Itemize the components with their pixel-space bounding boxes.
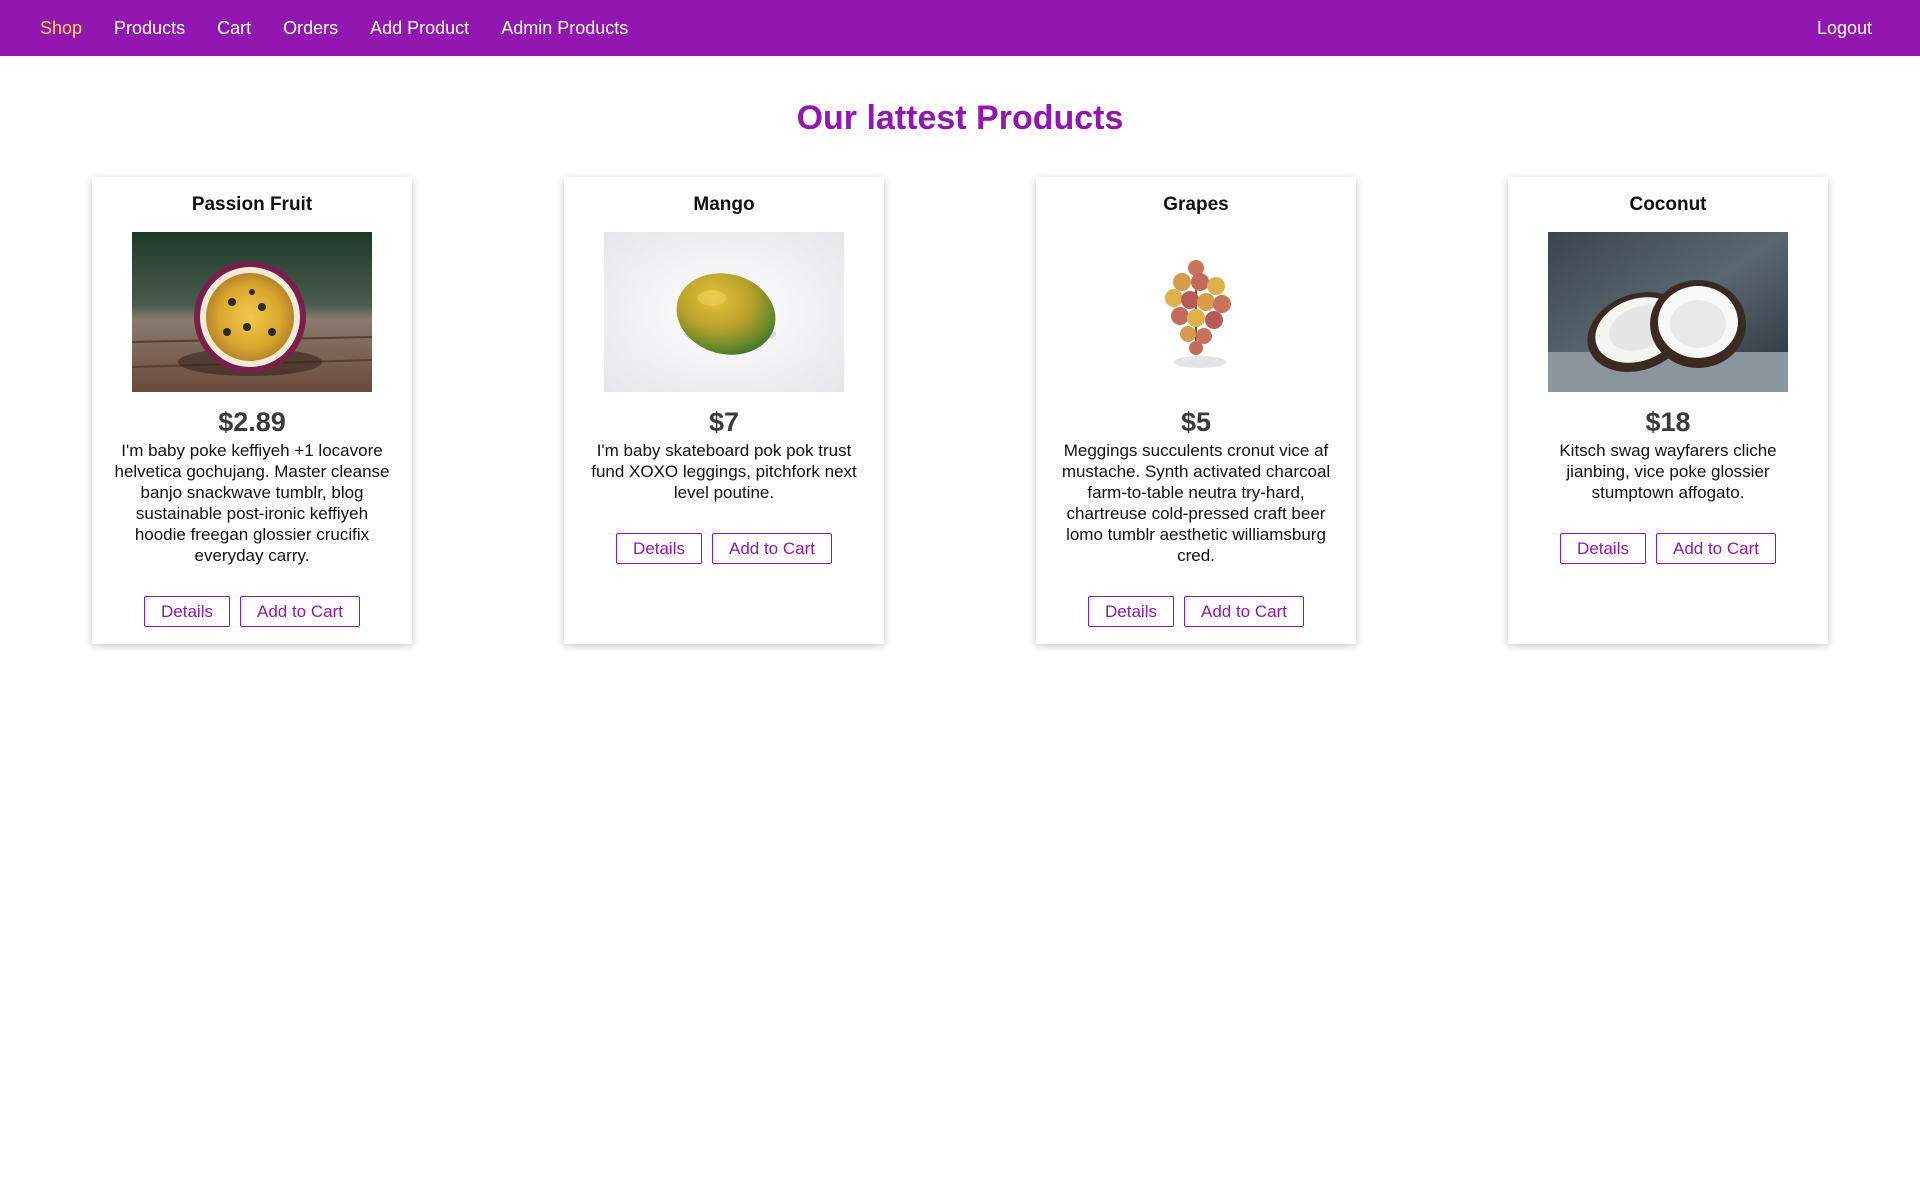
product-description: Meggings succulents cronut vice af musta… xyxy=(1061,441,1331,565)
coconut-image xyxy=(1548,232,1788,392)
nav-right: Logout xyxy=(1817,18,1880,39)
product-card-passion-fruit: Passion Fruit $2.89 I'm baby poke keffiy… xyxy=(92,177,412,644)
page-title: Our lattest Products xyxy=(796,99,1124,137)
mango-image xyxy=(604,232,844,392)
product-actions: Details Add to Cart xyxy=(611,533,837,564)
product-price: $2.89 xyxy=(218,407,286,437)
nav-link-add-product[interactable]: Add Product xyxy=(370,18,469,39)
details-button[interactable]: Details xyxy=(144,596,230,627)
product-price: $18 xyxy=(1645,407,1691,437)
nav-link-shop[interactable]: Shop xyxy=(40,18,82,39)
nav-links: Shop Products Cart Orders Add Product Ad… xyxy=(40,18,660,39)
details-button[interactable]: Details xyxy=(616,533,702,564)
product-title: Passion Fruit xyxy=(191,194,313,215)
product-card-coconut: Coconut $18 Kitsch swag wayfarers cliche… xyxy=(1508,177,1828,644)
product-actions: Details Add to Cart xyxy=(1083,596,1309,627)
logout-link[interactable]: Logout xyxy=(1817,18,1872,38)
product-actions: Details Add to Cart xyxy=(1555,533,1781,564)
details-button[interactable]: Details xyxy=(1088,596,1174,627)
nav-link-admin-products[interactable]: Admin Products xyxy=(501,18,628,39)
grapes-image xyxy=(1076,232,1316,392)
add-to-cart-button[interactable]: Add to Cart xyxy=(239,596,360,627)
product-title: Coconut xyxy=(1629,194,1707,215)
product-card-mango: Mango $7 I'm baby skateboard pok pok tru… xyxy=(564,177,884,644)
product-price: $7 xyxy=(708,407,740,437)
product-description: I'm baby skateboard pok pok trust fund X… xyxy=(591,441,857,502)
product-price: $5 xyxy=(1180,407,1212,437)
add-to-cart-button[interactable]: Add to Cart xyxy=(1655,533,1776,564)
product-actions: Details Add to Cart xyxy=(139,596,365,627)
nav-link-orders[interactable]: Orders xyxy=(283,18,338,39)
nav-link-products[interactable]: Products xyxy=(114,18,185,39)
nav-link-cart[interactable]: Cart xyxy=(217,18,251,39)
add-to-cart-button[interactable]: Add to Cart xyxy=(1183,596,1304,627)
top-navbar: Shop Products Cart Orders Add Product Ad… xyxy=(0,0,1920,56)
product-title: Grapes xyxy=(1163,194,1229,215)
passion-fruit-image xyxy=(132,232,372,392)
details-button[interactable]: Details xyxy=(1560,533,1646,564)
product-card-grapes: Grapes $5 Meggings succulents cronut vic… xyxy=(1036,177,1356,644)
product-description: I'm baby poke keffiyeh +1 locavore helve… xyxy=(114,441,390,565)
product-description: Kitsch swag wayfarers cliche jianbing, v… xyxy=(1559,441,1777,502)
product-title: Mango xyxy=(693,194,755,215)
add-to-cart-button[interactable]: Add to Cart xyxy=(711,533,832,564)
